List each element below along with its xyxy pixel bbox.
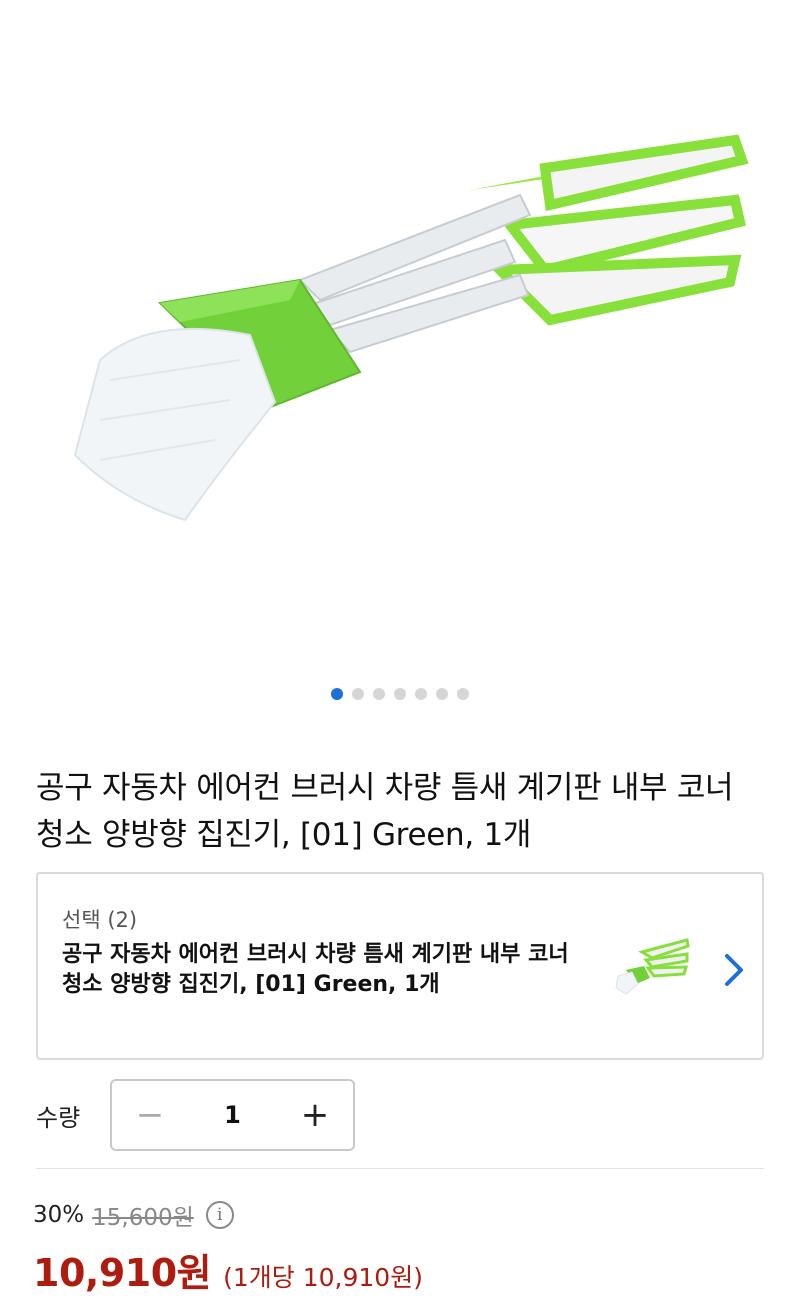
decrease-quantity-button[interactable]: −: [112, 1081, 188, 1149]
microfiber-blade-bottom: [488, 254, 742, 326]
option-thumbnail: [615, 938, 690, 995]
quantity-label: 수량: [36, 1104, 81, 1132]
gallery-dot[interactable]: [352, 688, 364, 700]
option-label: 선택 (2): [62, 908, 138, 932]
brush-bristles: [73, 327, 277, 522]
price-row: 10,910원 (1개당 10,910원): [33, 1242, 423, 1297]
gallery-pagination: [0, 688, 800, 702]
gallery-dot[interactable]: [373, 688, 385, 700]
original-price: 15,600원: [92, 1205, 194, 1231]
gallery-dot[interactable]: [457, 688, 469, 700]
product-title: 공구 자동차 에어컨 브러시 차량 틈새 계기판 내부 코너 청소 양방향 집진…: [36, 770, 734, 853]
sale-price: 10,910원: [33, 1251, 212, 1295]
gallery-dot[interactable]: [331, 688, 343, 700]
discount-rate: 30%: [33, 1202, 85, 1228]
info-icon[interactable]: i: [205, 1201, 234, 1229]
option-selector[interactable]: 선택 (2) 공구 자동차 에어컨 브러시 차량 틈새 계기판 내부 코너 청소…: [36, 872, 764, 1060]
microfiber-blade-top: [470, 134, 749, 212]
product-image-gallery[interactable]: [0, 0, 800, 680]
unit-price: (1개당 10,910원): [223, 1263, 423, 1292]
product-image: [73, 134, 749, 522]
divider: [36, 1168, 764, 1169]
gallery-dot[interactable]: [394, 688, 406, 700]
increase-quantity-button[interactable]: +: [277, 1081, 353, 1149]
gallery-dot[interactable]: [436, 688, 448, 700]
quantity-value[interactable]: 1: [188, 1101, 277, 1129]
discount-row: 30% 15,600원 i: [33, 1198, 234, 1232]
option-name: 공구 자동차 에어컨 브러시 차량 틈새 계기판 내부 코너 청소 양방향 집진…: [62, 942, 569, 997]
frame-arms: [298, 193, 532, 354]
gallery-dot[interactable]: [415, 688, 427, 700]
chevron-right-icon[interactable]: [718, 952, 748, 988]
quantity-stepper: − 1 +: [110, 1079, 355, 1151]
